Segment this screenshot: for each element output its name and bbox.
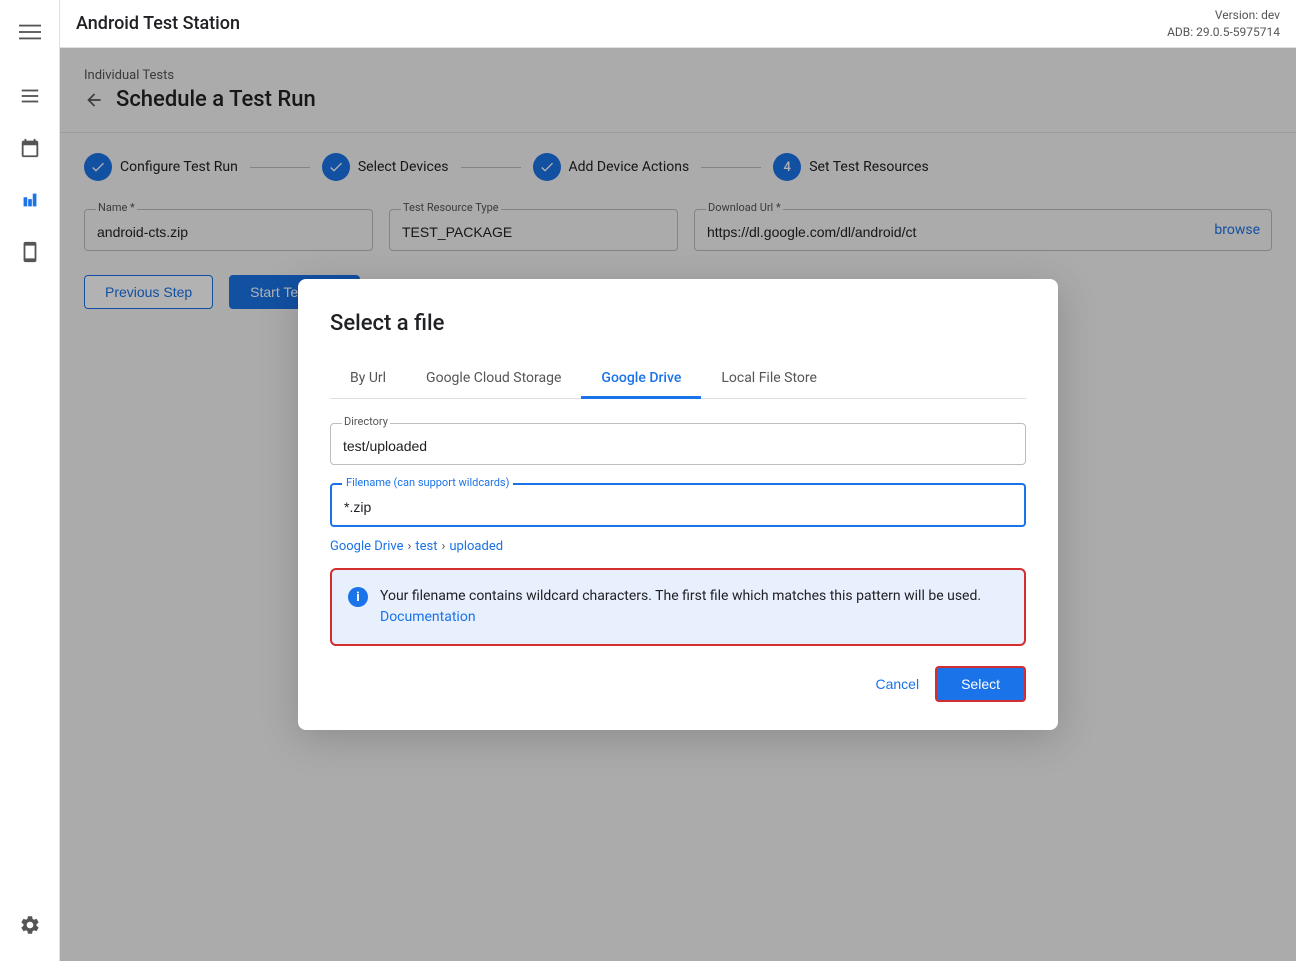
tab-local-file[interactable]: Local File Store (701, 360, 837, 399)
info-icon: i (348, 587, 368, 607)
select-file-dialog: Select a file By Url Google Cloud Storag… (298, 279, 1058, 730)
page-content: Individual Tests Schedule a Test Run Con… (60, 48, 1296, 961)
path-google-drive[interactable]: Google Drive (330, 539, 403, 554)
topbar: Android Test Station Version: dev ADB: 2… (60, 0, 1296, 48)
dialog-select-button[interactable]: Select (935, 666, 1026, 702)
wildcard-info-box: i Your filename contains wildcard charac… (330, 568, 1026, 646)
main-content: Android Test Station Version: dev ADB: 2… (60, 0, 1296, 961)
filename-input[interactable] (332, 485, 1024, 525)
tab-google-cloud[interactable]: Google Cloud Storage (406, 360, 581, 399)
device-icon[interactable] (10, 232, 50, 272)
directory-field-group: Directory document.querySelector('[data-… (330, 423, 1026, 465)
tab-by-url[interactable]: By Url (330, 360, 406, 399)
directory-input[interactable] (330, 423, 1026, 465)
directory-label: Directory (342, 415, 390, 428)
settings-icon[interactable] (10, 905, 50, 945)
dialog-title: Select a file (330, 311, 1026, 336)
dialog-overlay: Select a file By Url Google Cloud Storag… (60, 48, 1296, 961)
menu-icon[interactable] (10, 12, 50, 52)
documentation-link[interactable]: Documentation (380, 609, 476, 625)
filename-label: Filename (can support wildcards) (342, 476, 513, 489)
dialog-actions: Cancel Select (330, 666, 1026, 702)
path-breadcrumb: Google Drive › test › uploaded (330, 539, 1026, 554)
version-info: Version: dev ADB: 29.0.5-5975714 (1167, 7, 1280, 41)
app-title: Android Test Station (76, 13, 1167, 34)
path-uploaded[interactable]: uploaded (449, 539, 503, 554)
sep-1: › (407, 539, 411, 554)
calendar-icon[interactable] (10, 128, 50, 168)
dialog-tabs: By Url Google Cloud Storage Google Drive… (330, 360, 1026, 399)
sidebar (0, 0, 60, 961)
path-test[interactable]: test (415, 539, 437, 554)
dialog-cancel-button[interactable]: Cancel (875, 676, 919, 692)
chart-icon[interactable] (10, 180, 50, 220)
tab-google-drive[interactable]: Google Drive (581, 360, 701, 399)
filename-field-group: Filename (can support wildcards) documen… (330, 483, 1026, 527)
list-icon[interactable] (10, 76, 50, 116)
info-text: Your filename contains wildcard characte… (380, 586, 1008, 628)
sep-2: › (441, 539, 445, 554)
